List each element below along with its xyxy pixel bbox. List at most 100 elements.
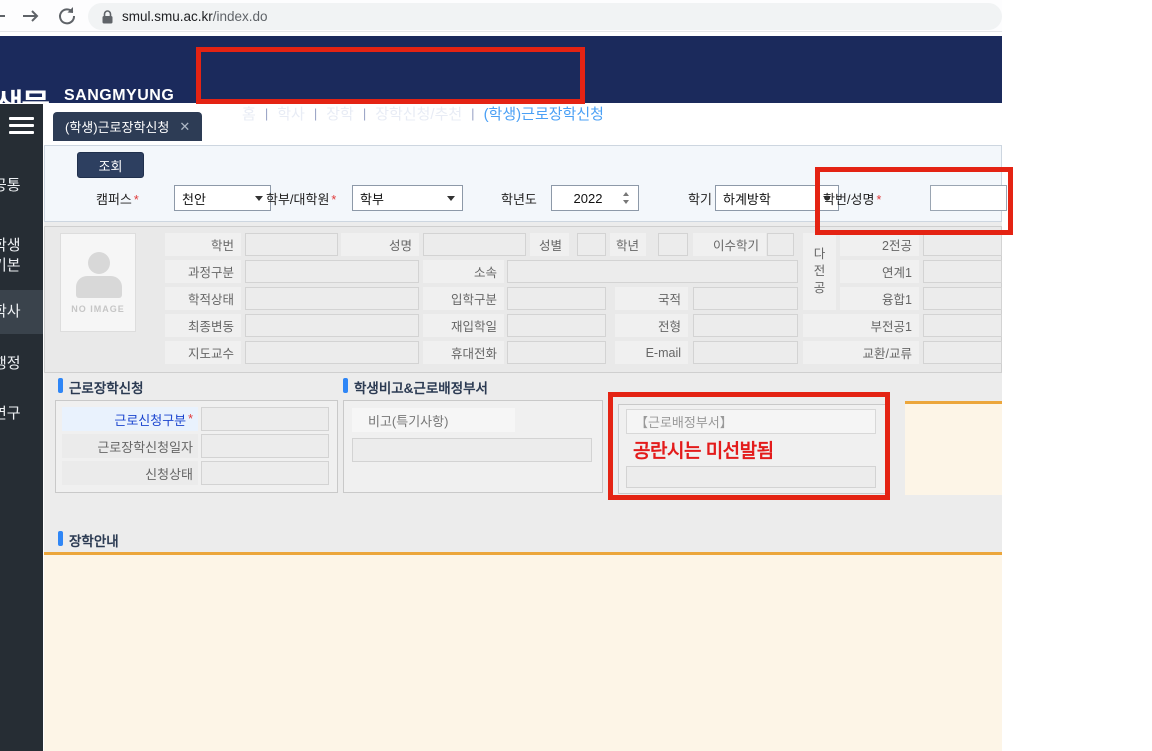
field-label-gender: 성별 [530, 233, 569, 256]
hamburger-menu-icon[interactable] [9, 117, 34, 138]
field-input-readmission-date [507, 314, 606, 337]
nav-item-janghak[interactable]: 장학 [326, 103, 354, 124]
forward-icon[interactable] [21, 7, 41, 25]
nav-item-work-scholarship-active[interactable]: (학생)근로장학신청 [484, 103, 604, 124]
logo-title: SANGMYUNG [64, 87, 174, 105]
term-select[interactable]: 하계방학 [715, 185, 839, 211]
assigned-dept-header: 【근로배정부서】 [626, 409, 876, 434]
spinner-down-icon[interactable] [623, 200, 629, 204]
section-title-remark: 학생비고&근로배정부서 [354, 377, 488, 397]
faculty-value: 학부 [360, 189, 384, 208]
sidebar-item-common[interactable]: 공통 [0, 176, 43, 196]
apply-date-input [201, 434, 329, 458]
tab-label: (학생)근로장학신청 [65, 117, 169, 136]
guide-panel [44, 552, 1002, 751]
tab-close-icon[interactable]: ✕ [179, 119, 190, 135]
field-label-course-type: 과정구분 [165, 260, 241, 283]
url-host: smul.smu.ac.kr [122, 9, 213, 24]
home-icon [218, 106, 233, 120]
field-label-readmission-date: 재입학일 [423, 314, 504, 337]
field-label-minor1: 부전공1 [803, 314, 919, 337]
search-button[interactable]: 조회 [77, 152, 144, 178]
year-label: 학년도 [501, 189, 537, 208]
field-label-grade: 학년 [610, 233, 646, 256]
no-image-label: NO IMAGE [61, 304, 135, 314]
required-mark: * [331, 193, 336, 207]
field-label-student-no: 학번 [165, 233, 241, 256]
nav-home[interactable]: 홈 [242, 103, 256, 124]
year-spinner[interactable]: 2022 [551, 185, 639, 211]
photo-placeholder: NO IMAGE [60, 233, 136, 332]
url-text: smul.smu.ac.kr/index.do [122, 9, 268, 24]
field-input-convergence1 [923, 287, 1002, 310]
field-label-exchange: 교환/교류 [803, 341, 919, 364]
field-label-enrollment-status: 학적상태 [165, 287, 241, 310]
campus-value: 천안 [182, 189, 206, 208]
field-label-convergence1: 융합1 [840, 287, 919, 310]
apply-status-input [201, 461, 329, 485]
field-input-admission-type [507, 287, 606, 310]
apply-status-label: 신청상태 [62, 461, 198, 485]
reload-icon[interactable] [57, 6, 77, 26]
nav-separator: | [314, 106, 317, 121]
student-query-input[interactable] [930, 185, 1007, 211]
sidebar-item-student-basic[interactable]: 학생 기본 [0, 236, 43, 276]
nav-separator: | [265, 106, 268, 121]
field-label-advisor: 지도교수 [165, 341, 241, 364]
faculty-select[interactable]: 학부 [352, 185, 463, 211]
sidebar-item-research[interactable]: 연구 [0, 404, 43, 424]
term-value: 하계방학 [723, 189, 771, 208]
lock-icon [102, 10, 113, 24]
field-input-last-change [245, 314, 419, 337]
field-label-mobile: 휴대전화 [423, 341, 504, 364]
field-label-last-change: 최종변동 [165, 314, 241, 337]
field-label-screening: 전형 [615, 314, 688, 337]
field-input-exchange [923, 341, 1002, 364]
section-bar-icon [343, 378, 348, 393]
field-label-admission-type: 입학구분 [423, 287, 504, 310]
field-input-student-no [245, 233, 338, 256]
field-label-multi-major: 다전공 [803, 233, 836, 310]
tab-work-scholarship[interactable]: (학생)근로장학신청 ✕ [53, 112, 202, 141]
field-input-second-major [923, 233, 1002, 256]
field-label-linked1: 연계1 [840, 260, 919, 283]
term-label: 학기 [688, 189, 712, 208]
remark-label: 비고(특기사항) [352, 408, 515, 432]
field-input-course-type [245, 260, 419, 283]
section-title-guide: 장학안내 [69, 530, 119, 550]
address-bar[interactable]: smul.smu.ac.kr/index.do [88, 3, 1002, 30]
nav-item-haksa[interactable]: 학사 [277, 103, 305, 124]
person-icon [88, 252, 110, 274]
nav-separator: | [471, 106, 474, 121]
field-input-gender [577, 233, 606, 256]
field-label-affiliation: 소속 [423, 260, 504, 283]
field-input-email [693, 341, 798, 364]
field-input-grade [658, 233, 688, 256]
back-icon[interactable] [0, 7, 7, 25]
section-bar-icon [58, 378, 63, 393]
field-input-minor1 [923, 314, 1002, 337]
field-label-completed-terms: 이수학기 [693, 233, 766, 256]
required-mark: * [134, 193, 139, 207]
faculty-label: 학부/대학원* [266, 189, 336, 208]
app-header: 샘물 SANGMYUNG 통합정보시스템 홈 | 학사 | 장학 | 장학신청/… [0, 36, 1002, 103]
student-query-label: 학번/성명* [823, 189, 881, 208]
breadcrumb: 홈 | 학사 | 장학 | 장학신청/추천 | (학생)근로장학신청 [218, 100, 604, 126]
field-input-affiliation [507, 260, 798, 283]
annotation-dept-note: 공란시는 미선발됨 [633, 436, 774, 463]
side-notice-panel [905, 401, 1002, 495]
campus-select[interactable]: 천안 [174, 185, 271, 211]
sidebar-item-admin[interactable]: 행정 [0, 354, 43, 374]
campus-label: 캠퍼스* [96, 189, 139, 208]
assigned-dept-input [626, 466, 876, 488]
field-label-nationality: 국적 [615, 287, 688, 310]
spinner-up-icon[interactable] [623, 192, 629, 196]
nav-item-apply-recommend[interactable]: 장학신청/추천 [375, 103, 462, 124]
field-input-nationality [693, 287, 798, 310]
sidebar-item-academics[interactable]: 학사 [0, 302, 43, 322]
remark-input[interactable] [352, 438, 592, 462]
apply-type-input[interactable] [201, 407, 329, 431]
sidebar: 공통 학생 기본 학사 행정 연구 [0, 104, 43, 751]
browser-toolbar: smul.smu.ac.kr/index.do [0, 0, 1002, 32]
field-label-second-major: 2전공 [840, 233, 919, 256]
